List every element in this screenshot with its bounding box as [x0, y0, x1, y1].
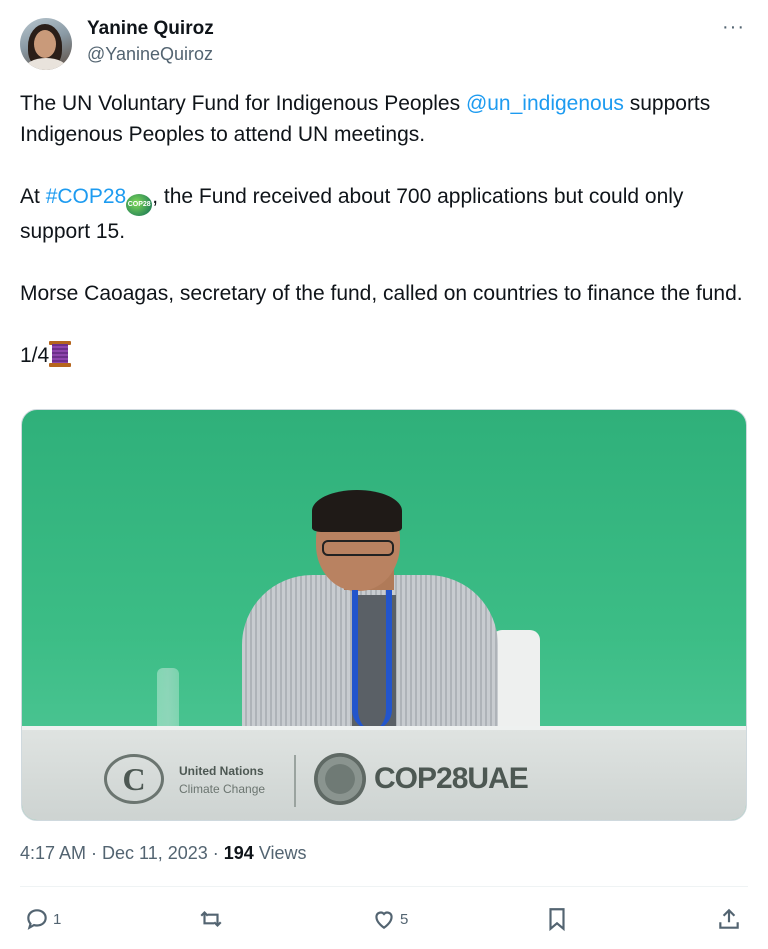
retweet-button[interactable]: [198, 904, 227, 934]
author-handle[interactable]: @YanineQuiroz: [87, 44, 213, 65]
more-icon[interactable]: ···: [722, 16, 745, 39]
tweet-text: The UN Voluntary Fund for Indigenous Peo…: [20, 88, 750, 371]
globe-emoji-icon: COP28: [126, 194, 153, 216]
divider: [20, 886, 748, 887]
tweet-paragraph-1: The UN Voluntary Fund for Indigenous Peo…: [20, 88, 750, 150]
cop28-logo-text: COP28UAE: [374, 762, 529, 795]
timestamp[interactable]: 4:17 AM · Dec 11, 2023 ·: [20, 843, 224, 863]
person-glasses: [322, 540, 394, 556]
views-count: 194: [223, 843, 254, 863]
like-count: 5: [400, 910, 409, 928]
person-hair: [312, 490, 402, 532]
author-avatar[interactable]: [20, 18, 72, 70]
reply-count: 1: [53, 910, 62, 928]
tweet-text-segment: At: [20, 185, 46, 208]
thread-counter: 1/4: [20, 344, 50, 367]
bookmark-icon: [549, 908, 565, 932]
un-climate-logo-icon: C: [104, 754, 164, 804]
tweet-media-image[interactable]: C United Nations Climate Change COP28UAE: [21, 409, 747, 821]
chair: [492, 630, 540, 740]
reply-button[interactable]: 1: [24, 904, 61, 934]
mention-link[interactable]: @un_indigenous: [466, 92, 624, 115]
share-icon: [719, 908, 739, 929]
lanyard: [352, 590, 392, 730]
tweet-paragraph-2: At #COP28 COP28, the Fund received about …: [20, 181, 750, 247]
tweet-meta: 4:17 AM · Dec 11, 2023 · 194 Views: [20, 843, 307, 864]
share-button[interactable]: [716, 904, 742, 934]
retweet-icon: [200, 910, 222, 928]
bookmark-button[interactable]: [544, 904, 570, 934]
like-button[interactable]: 5: [371, 904, 408, 934]
logo-divider: [294, 755, 296, 807]
thread-emoji-icon: [49, 341, 72, 367]
avatar-face: [34, 30, 56, 58]
hashtag-link[interactable]: #COP28: [46, 185, 127, 208]
views-label: Views: [253, 843, 307, 863]
tweet-paragraph-4: 1/4: [20, 340, 750, 371]
cop28-globe-icon: [314, 753, 366, 805]
un-logo-line2: Climate Change: [179, 782, 266, 796]
like-icon: [375, 911, 393, 929]
reply-icon: [27, 909, 47, 930]
un-logo-line1: United Nations: [179, 764, 264, 778]
tweet-text-segment: The UN Voluntary Fund for Indigenous Peo…: [20, 92, 466, 115]
author-name[interactable]: Yanine Quiroz: [87, 18, 214, 40]
tweet-paragraph-3: Morse Caoagas, secretary of the fund, ca…: [20, 282, 743, 305]
